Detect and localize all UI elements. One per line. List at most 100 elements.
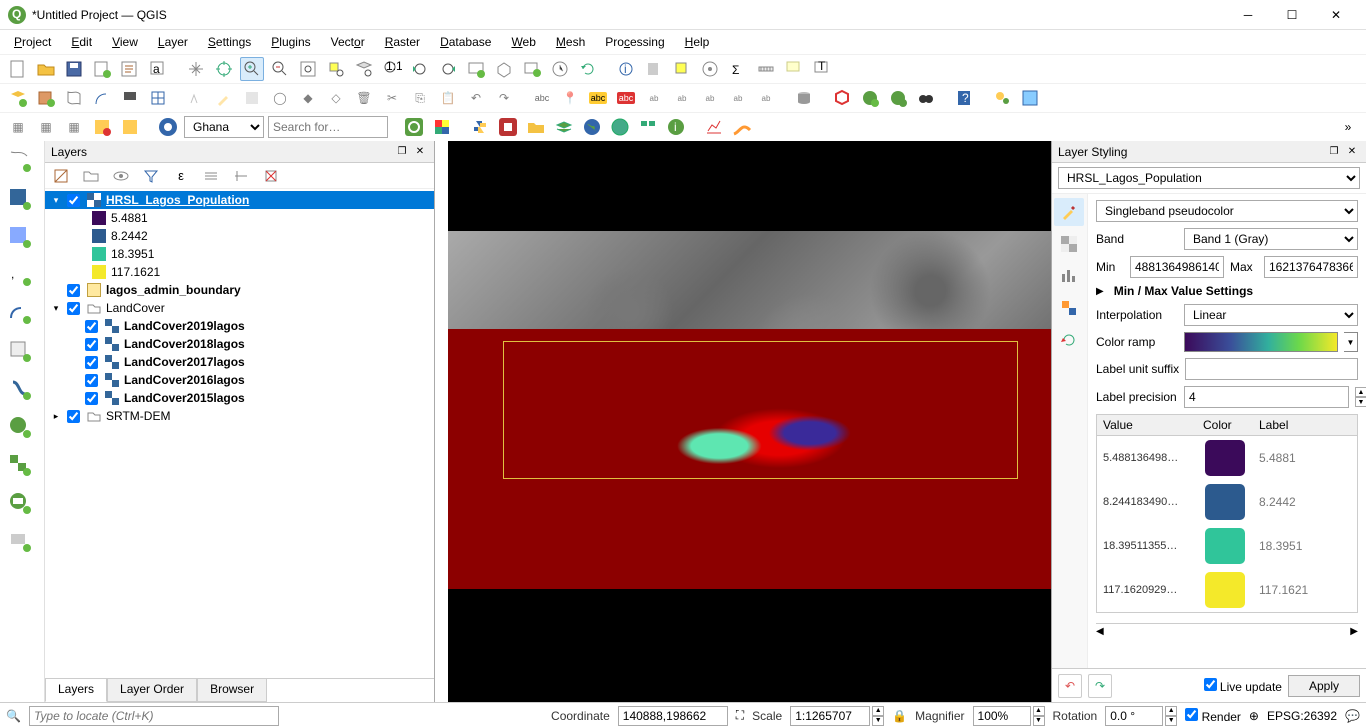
modify-icon[interactable]: ◇: [324, 86, 348, 110]
map-canvas[interactable]: [435, 141, 1051, 702]
label-tool-1-icon[interactable]: ab: [642, 86, 666, 110]
help-icon[interactable]: ?: [952, 86, 976, 110]
refresh-icon[interactable]: [576, 57, 600, 81]
copy-icon[interactable]: ⎘: [408, 86, 432, 110]
add-feature-icon[interactable]: ◯: [268, 86, 292, 110]
layer-child-checkbox[interactable]: [85, 320, 98, 333]
tab-layers[interactable]: Layers: [45, 679, 107, 702]
precision-down-icon[interactable]: ▼: [1355, 397, 1366, 407]
cut-icon[interactable]: ✂: [380, 86, 404, 110]
save-edits-icon[interactable]: [240, 86, 264, 110]
render-toggle[interactable]: Render: [1185, 708, 1241, 724]
new-3d-view-icon[interactable]: [492, 57, 516, 81]
earth-icon[interactable]: [580, 115, 604, 139]
new-bookmark-icon[interactable]: [520, 57, 544, 81]
action-icon[interactable]: [642, 57, 666, 81]
label-tool-4-icon[interactable]: ab: [726, 86, 750, 110]
color-ramp-button[interactable]: [1184, 332, 1338, 352]
new-project-icon[interactable]: [6, 57, 30, 81]
hscroll-right-icon[interactable]: ▶: [1350, 626, 1358, 637]
paste-icon[interactable]: 📋: [436, 86, 460, 110]
styling-layer-selector[interactable]: HRSL_Lagos_Population: [1058, 167, 1360, 189]
menu-raster[interactable]: Raster: [375, 33, 430, 51]
crs-value[interactable]: EPSG:26392: [1267, 709, 1337, 723]
curve-icon[interactable]: [730, 115, 754, 139]
label-yellow-icon[interactable]: abc: [586, 86, 610, 110]
magnifier-input[interactable]: [973, 706, 1031, 726]
layer-stack-icon[interactable]: [552, 115, 576, 139]
layer-child[interactable]: LandCover2015lagos: [45, 389, 434, 407]
precision-input[interactable]: [1184, 386, 1349, 408]
mag-down-icon[interactable]: ▼: [1033, 716, 1045, 726]
plugin-1-icon[interactable]: [990, 86, 1014, 110]
layers-expression-icon[interactable]: ε: [169, 164, 193, 188]
layer-child-checkbox[interactable]: [85, 356, 98, 369]
color-value-row[interactable]: 8.244183490…8.2442: [1097, 480, 1357, 524]
apply-button[interactable]: Apply: [1288, 675, 1360, 697]
precision-up-icon[interactable]: ▲: [1355, 387, 1366, 397]
layer-hrsl[interactable]: ▾ HRSL_Lagos_Population: [45, 191, 434, 209]
temporal-icon[interactable]: [548, 57, 572, 81]
extents-icon[interactable]: ⛶: [736, 708, 744, 723]
nominatim-icon[interactable]: [156, 115, 180, 139]
scp-icon[interactable]: [496, 115, 520, 139]
sidetab-transparency-icon[interactable]: [1054, 230, 1084, 258]
layer-landcover-group[interactable]: ▾ LandCover: [45, 299, 434, 317]
layers-remove-icon[interactable]: [259, 164, 283, 188]
sidetab-history-icon[interactable]: [1054, 326, 1084, 354]
render-type-selector[interactable]: Singleband pseudocolor: [1096, 200, 1358, 222]
close-button[interactable]: ✕: [1314, 0, 1358, 30]
nominatim-search[interactable]: [268, 116, 388, 138]
zoom-full-icon[interactable]: [296, 57, 320, 81]
select-icon[interactable]: [670, 57, 694, 81]
menu-view[interactable]: View: [102, 33, 148, 51]
layer-admin-checkbox[interactable]: [67, 284, 80, 297]
color-value-row[interactable]: 5.488136498…5.4881: [1097, 436, 1357, 480]
layer-child[interactable]: LandCover2019lagos: [45, 317, 434, 335]
globe-green-icon[interactable]: [858, 86, 882, 110]
toggle-edit-icon[interactable]: [212, 86, 236, 110]
band-selector[interactable]: Band 1 (Gray): [1184, 228, 1358, 250]
zoom-out-icon[interactable]: [268, 57, 292, 81]
globe-2-icon[interactable]: [608, 115, 632, 139]
nominatim-combo[interactable]: Ghana: [184, 116, 264, 138]
menu-plugins[interactable]: Plugins: [261, 33, 320, 51]
layers-add-group-icon[interactable]: [79, 164, 103, 188]
ld-virtual-icon[interactable]: [4, 525, 36, 557]
layer-child[interactable]: LandCover2018lagos: [45, 335, 434, 353]
minmax-settings-toggle[interactable]: ▶ Min / Max Value Settings: [1096, 284, 1358, 298]
layers-style-icon[interactable]: [49, 164, 73, 188]
ld-vector-icon[interactable]: [4, 145, 36, 177]
layers-collapse-icon[interactable]: [229, 164, 253, 188]
new-map-view-icon[interactable]: [464, 57, 488, 81]
ld-postgis-icon[interactable]: [4, 373, 36, 405]
open-project-icon[interactable]: [34, 57, 58, 81]
layer-srtm-checkbox[interactable]: [67, 410, 80, 423]
menu-mesh[interactable]: Mesh: [546, 33, 595, 51]
annotation-icon[interactable]: T: [810, 57, 834, 81]
menu-project[interactable]: Project: [4, 33, 61, 51]
new-layout-icon[interactable]: [90, 57, 114, 81]
menu-web[interactable]: Web: [501, 33, 545, 51]
ld-raster-icon[interactable]: [4, 183, 36, 215]
identify-icon[interactable]: i: [614, 57, 638, 81]
layer-child[interactable]: LandCover2017lagos: [45, 353, 434, 371]
layers-visibility-icon[interactable]: [109, 164, 133, 188]
maximize-button[interactable]: ☐: [1270, 0, 1314, 30]
python-icon[interactable]: [468, 115, 492, 139]
styling-undock-icon[interactable]: ❐: [1326, 144, 1342, 160]
rot-up-icon[interactable]: ▲: [1165, 706, 1177, 716]
flags-icon[interactable]: [636, 115, 660, 139]
layer-srtm[interactable]: ▸ SRTM-DEM: [45, 407, 434, 425]
label-abc-icon[interactable]: abc: [530, 86, 554, 110]
locator-input[interactable]: [29, 706, 279, 726]
new-geopackage-icon[interactable]: [34, 86, 58, 110]
ld-wms-icon[interactable]: [4, 411, 36, 443]
suffix-input[interactable]: [1185, 358, 1358, 380]
live-update-toggle[interactable]: Live update: [1204, 678, 1282, 694]
new-virtual-icon[interactable]: [118, 86, 142, 110]
zoom-last-icon[interactable]: [408, 57, 432, 81]
style-manager-icon[interactable]: a: [146, 57, 170, 81]
redo-icon[interactable]: ↷: [492, 86, 516, 110]
tab-layer-order[interactable]: Layer Order: [107, 679, 197, 702]
